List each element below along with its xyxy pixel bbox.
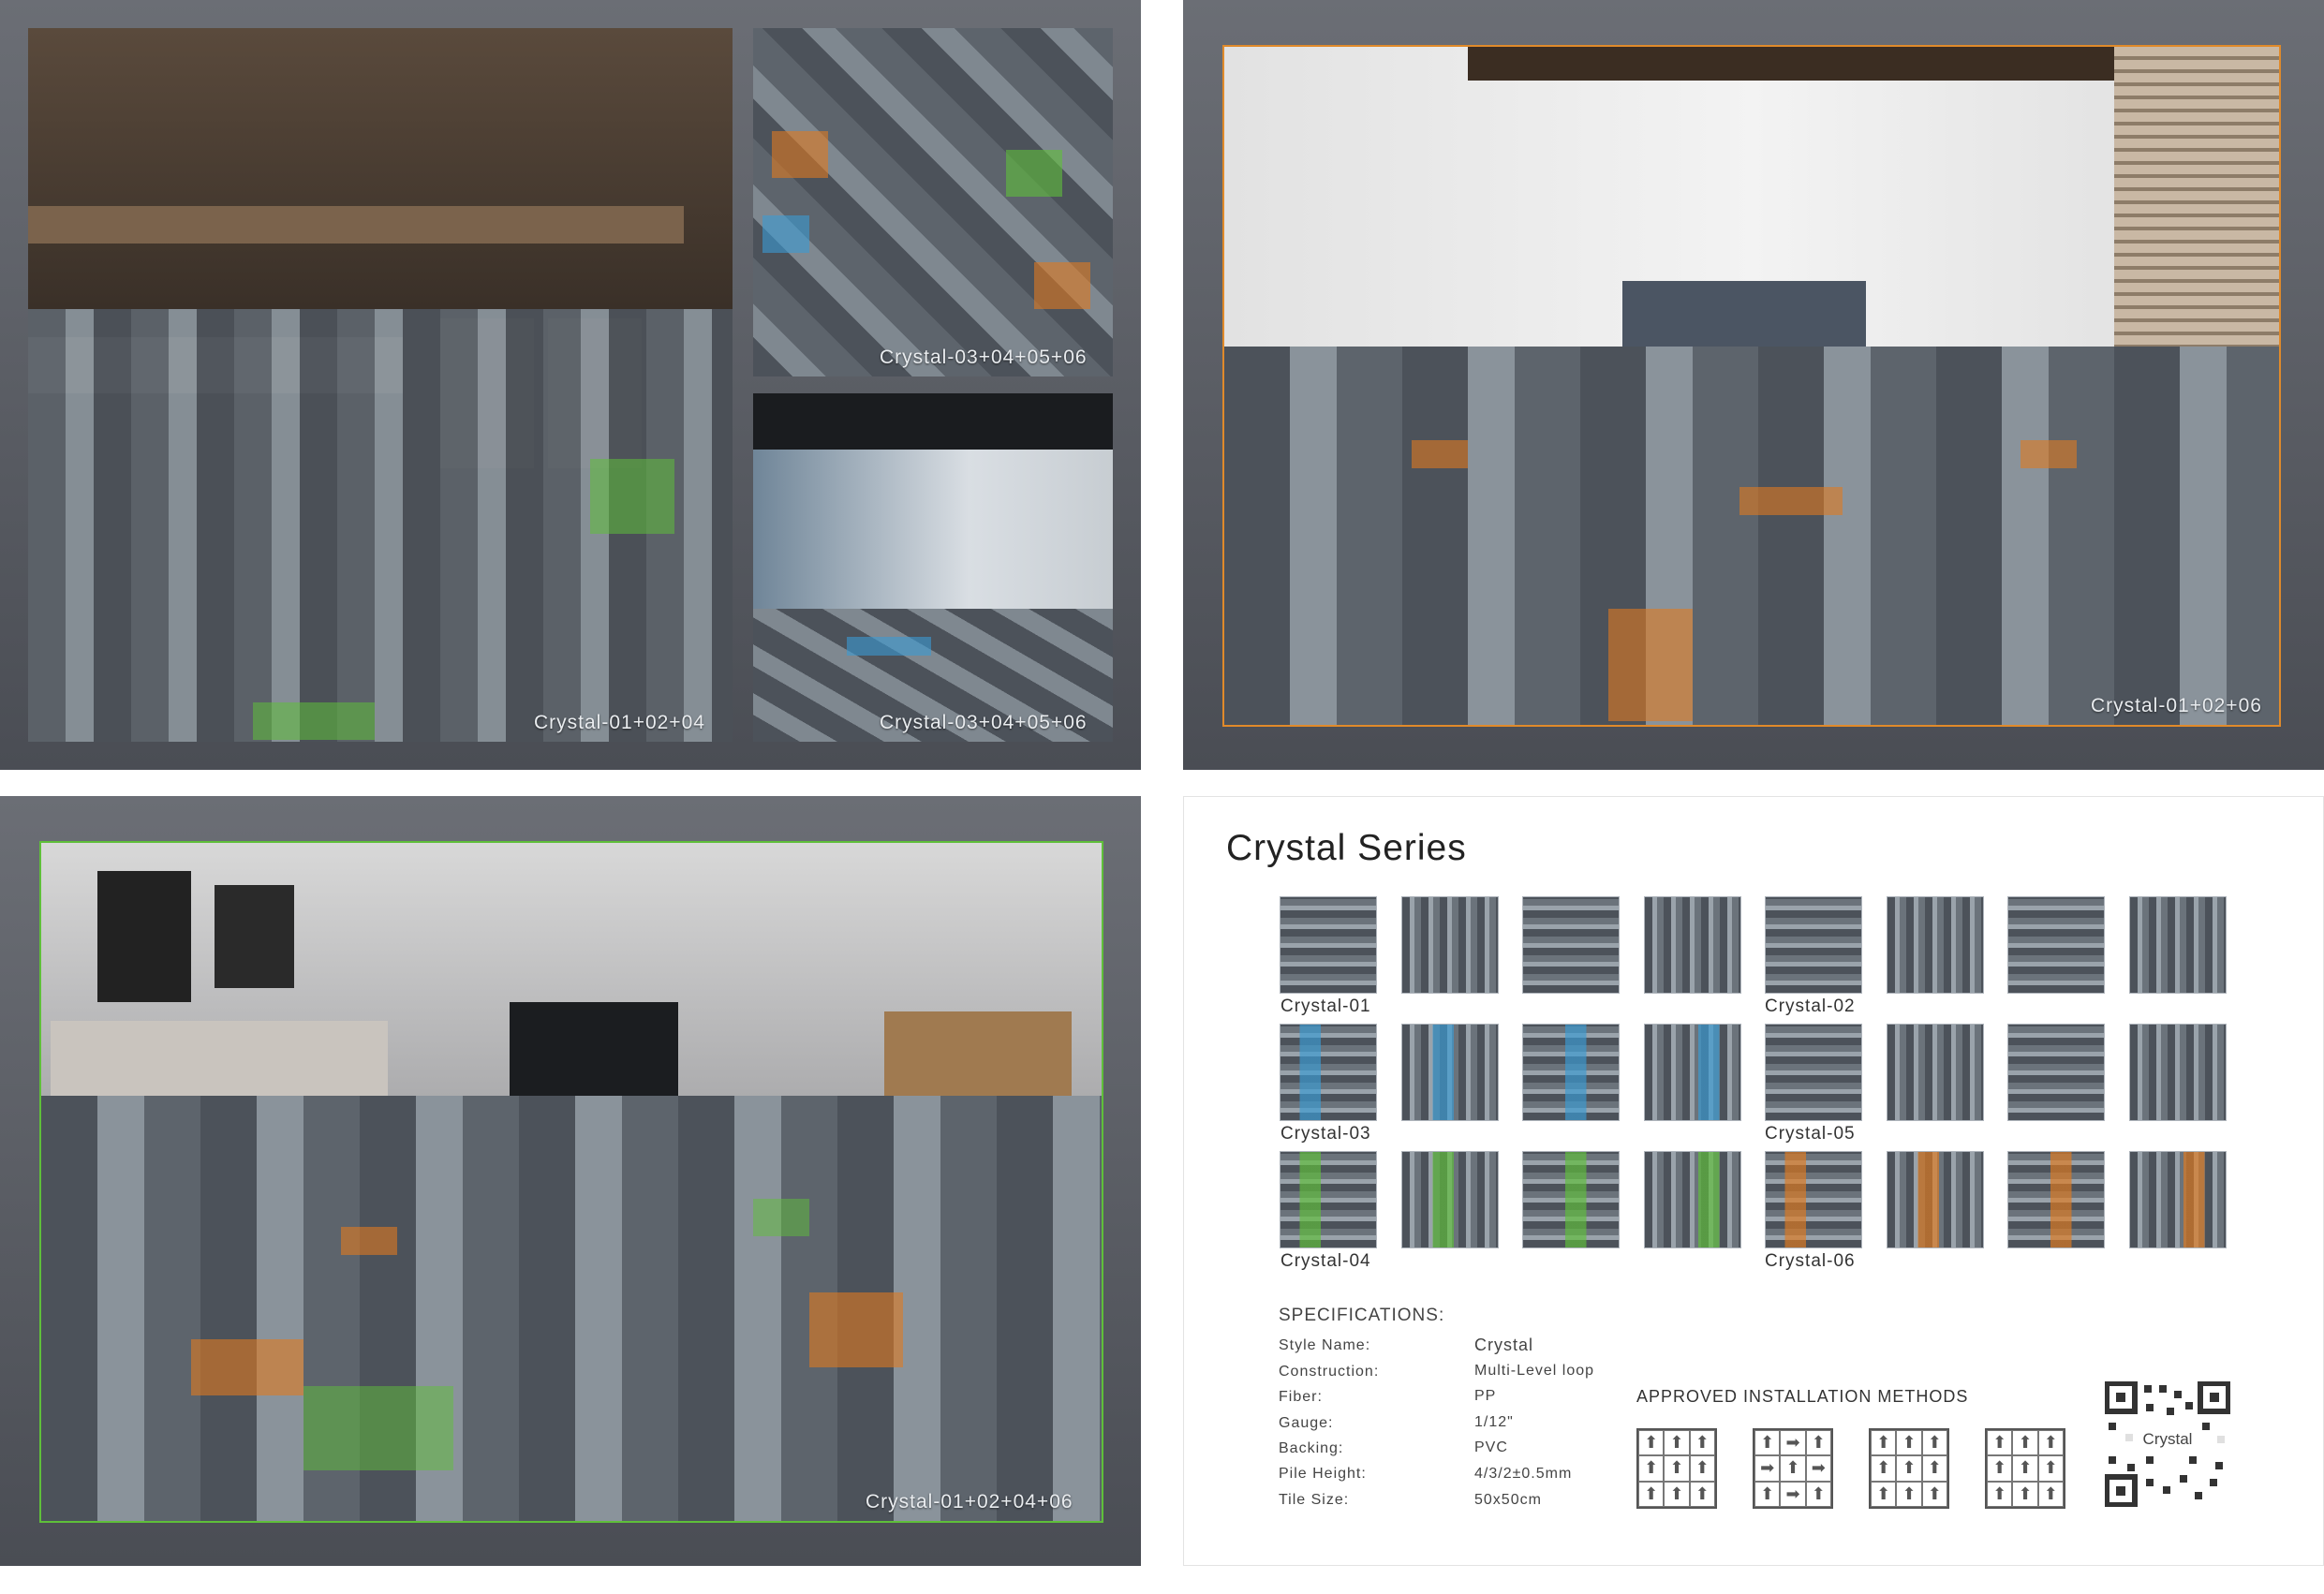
lounge-carpet	[41, 1096, 1102, 1521]
orange-tile-4	[2021, 440, 2077, 468]
label-crystal-06: Crystal-06	[1765, 1251, 1856, 1271]
carpet-tile-swatch	[1643, 896, 1741, 994]
spec-value-gauge: 1/12"	[1474, 1414, 1514, 1430]
orange-patch-3	[341, 1227, 397, 1255]
label-crystal-02: Crystal-02	[1765, 996, 1856, 1016]
orange-accent-2	[1034, 262, 1090, 309]
caption-crystal-01-02-06: Crystal-01+02+06	[2091, 695, 2262, 716]
art-frame-2	[215, 885, 294, 988]
spec-key-style-name: Style Name:	[1279, 1337, 1371, 1353]
carpet-tile-swatch	[2007, 1024, 2105, 1121]
blue-accent-office	[847, 637, 931, 656]
carpet-tile-swatch	[2007, 896, 2105, 994]
workstation	[884, 1011, 1072, 1105]
installation-methods-heading: APPROVED INSTALLATION METHODS	[1636, 1387, 1969, 1406]
carpet-tile-swatch	[1886, 1151, 1984, 1248]
scene-carpet-closeup: Crystal-03+04+05+06	[753, 28, 1113, 376]
shelf-wall	[28, 28, 733, 309]
orange-patch-1	[191, 1339, 303, 1395]
carpet-tile-swatch	[1765, 1151, 1862, 1248]
qr-label: Crystal	[2105, 1430, 2230, 1449]
spec-key-pile-height: Pile Height:	[1279, 1466, 1367, 1482]
panel-catalog: Crystal Series Crystal-01 Crystal-02 Cry…	[1183, 796, 2324, 1566]
blue-accent	[762, 215, 809, 253]
install-brick-icon: ⬆ ⬆ ⬆ ⬆ ⬆ ⬆ ⬆ ⬆ ⬆	[1869, 1428, 1949, 1509]
spec-value-style-name: Crystal	[1474, 1336, 1534, 1354]
orange-tile-3	[1412, 440, 1468, 468]
panel-top-right: Crystal-01+02+06	[1183, 0, 2324, 770]
carpet-tile-swatch	[1643, 1024, 1741, 1121]
office-ceiling	[753, 393, 1113, 450]
carpet-tile-swatch	[1886, 1024, 1984, 1121]
label-crystal-03: Crystal-03	[1280, 1124, 1371, 1144]
spec-value-tile-size: 50x50cm	[1474, 1492, 1542, 1508]
specifications-heading: SPECIFICATIONS:	[1279, 1306, 1445, 1325]
orange-accent	[772, 131, 828, 178]
qr-code-icon: Crystal	[2104, 1380, 2231, 1508]
carpet-tile-swatch	[1280, 1024, 1377, 1121]
office-carpet-floor	[1224, 347, 2279, 725]
office-windows	[753, 450, 1113, 609]
catalog-title: Crystal Series	[1226, 828, 1467, 868]
carpet-tile-swatch	[1400, 1024, 1499, 1121]
carpet-tile-swatch	[1280, 896, 1377, 994]
spec-key-fiber: Fiber:	[1279, 1389, 1323, 1405]
install-ashlar-icon: ⬆ ⬆ ⬆ ⬆ ⬆ ⬆ ⬆ ⬆ ⬆	[1985, 1428, 2065, 1509]
reception-desk	[510, 1002, 678, 1096]
carpet-tile-swatch	[1765, 896, 1862, 994]
carpet-tile-swatch	[1886, 896, 1984, 994]
orange-patch-2	[809, 1292, 903, 1367]
caption-crystal-03-04-05-06-top: Crystal-03+04+05+06	[880, 347, 1088, 368]
carpet-tile-swatch	[1400, 1151, 1499, 1248]
spec-value-backing: PVC	[1474, 1439, 1508, 1455]
spec-key-construction: Construction:	[1279, 1364, 1380, 1380]
carpet-tile-swatch	[1643, 1151, 1741, 1248]
carpet-tile-swatch	[1400, 896, 1499, 994]
caption-crystal-01-02-04-06: Crystal-01+02+04+06	[866, 1491, 1073, 1513]
art-frame-1	[97, 871, 191, 1002]
green-patch-1	[303, 1386, 453, 1470]
label-crystal-04: Crystal-04	[1280, 1251, 1371, 1271]
carpet-tile-swatch	[2128, 1151, 2227, 1248]
carpet-tile-swatch	[2007, 1151, 2105, 1248]
spec-key-backing: Backing:	[1279, 1440, 1344, 1456]
carpet-tile-swatch	[2128, 896, 2227, 994]
dark-beam	[1468, 47, 2142, 81]
sofa	[51, 1021, 388, 1096]
install-quarter-turn-icon: ⬆ ➡ ⬆ ➡ ⬆ ➡ ⬆ ➡ ⬆	[1753, 1428, 1833, 1509]
spec-key-gauge: Gauge:	[1279, 1415, 1334, 1431]
carpet-tile-swatch	[1522, 1024, 1620, 1121]
panel-top-left: Crystal-01+02+04 Crystal-03+04+05+06 Cry…	[0, 0, 1141, 770]
install-monolithic-icon: ⬆ ⬆ ⬆ ⬆ ⬆ ⬆ ⬆ ⬆ ⬆	[1636, 1428, 1717, 1509]
orange-tile-2	[1739, 487, 1843, 515]
window-blinds	[2114, 47, 2279, 356]
caption-crystal-01-02-04: Crystal-01+02+04	[534, 712, 705, 733]
green-accent-1	[590, 459, 674, 534]
scene-tearoom: Crystal-01+02+04	[28, 28, 733, 742]
carpet-tile-swatch	[1765, 1024, 1862, 1121]
scene-open-office: Crystal-03+04+05+06	[753, 393, 1113, 742]
scene-executive-office: Crystal-01+02+06	[1222, 45, 2281, 727]
spec-value-pile-height: 4/3/2±0.5mm	[1474, 1466, 1573, 1482]
caption-crystal-03-04-05-06-bottom: Crystal-03+04+05+06	[880, 712, 1088, 733]
spec-value-fiber: PP	[1474, 1388, 1497, 1404]
label-crystal-01: Crystal-01	[1280, 996, 1371, 1016]
carpet-tile-swatch	[2128, 1024, 2227, 1121]
green-patch-2	[753, 1199, 809, 1236]
green-accent-2	[253, 702, 375, 740]
tea-table	[28, 206, 684, 244]
desk-panel	[1622, 281, 1866, 356]
green-accent	[1006, 150, 1062, 197]
scene-lounge-office: Crystal-01+02+04+06	[39, 841, 1103, 1523]
carpet-tile-swatch	[1280, 1151, 1377, 1248]
carpet-tile-swatch	[1522, 896, 1620, 994]
label-crystal-05: Crystal-05	[1765, 1124, 1856, 1144]
orange-tile-1	[1608, 609, 1693, 721]
spec-key-tile-size: Tile Size:	[1279, 1492, 1350, 1508]
panel-bottom-left: Crystal-01+02+04+06	[0, 796, 1141, 1566]
spec-value-construction: Multi-Level loop	[1474, 1363, 1595, 1379]
carpet-tile-swatch	[1522, 1151, 1620, 1248]
